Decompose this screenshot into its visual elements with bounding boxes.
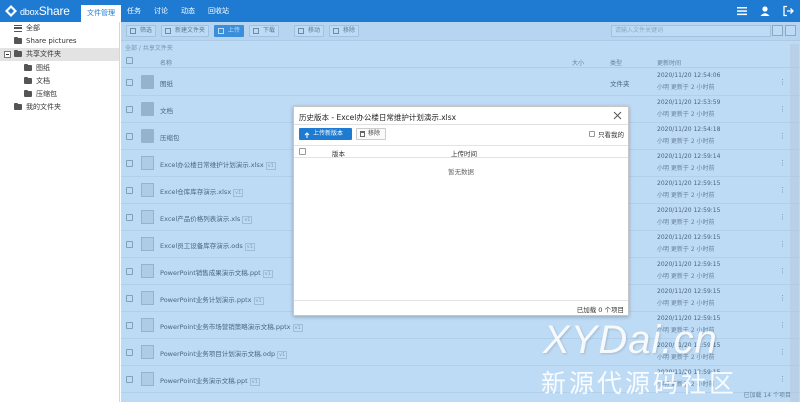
folder-icon [24, 77, 32, 84]
folder-icon [14, 103, 22, 110]
nav-tasks[interactable]: 任务 [127, 0, 141, 22]
sidebar-item-share-pictures[interactable]: Share pictures [14, 35, 77, 47]
watermark-slogan: 新源代源码社区 [541, 369, 738, 398]
dialog-table-header: 版本 上传时间 [294, 145, 628, 158]
folder-icon [14, 50, 22, 57]
dialog-select-all-checkbox[interactable] [299, 148, 306, 155]
nav-activity[interactable]: 动态 [181, 0, 195, 22]
sidebar-item-label: 图纸 [36, 64, 50, 72]
logout-icon[interactable] [782, 5, 794, 17]
tab-file-management[interactable]: 文件管理 [81, 5, 121, 22]
nav-discussion[interactable]: 讨论 [154, 0, 168, 22]
version-history-dialog: 历史版本 - Excel办公楼日常维护计划演示.xlsx 上传新版本 移除 只看… [293, 106, 629, 316]
scrollbar[interactable] [790, 44, 799, 402]
only-mine-checkbox[interactable] [589, 131, 595, 137]
sidebar-item-label: 全部 [26, 24, 40, 32]
logo-text: dbox [20, 7, 39, 17]
dialog-remove-label: 移除 [368, 130, 381, 137]
sidebar-item-my-folder[interactable]: 我的文件夹 [14, 101, 61, 113]
sidebar: 全部 Share pictures 共享文件夹 图纸 文档 压缩包 我的文件夹 [0, 22, 120, 402]
list-icon [14, 24, 22, 32]
sidebar-item-label: Share pictures [26, 37, 77, 45]
folder-icon [24, 90, 32, 97]
sidebar-item-label: 共享文件夹 [26, 50, 61, 58]
dialog-remove-button[interactable]: 移除 [356, 128, 386, 140]
sidebar-item-label: 压缩包 [36, 90, 57, 98]
dialog-footer: 已加载 0 个项目 [294, 300, 628, 315]
user-icon[interactable] [759, 5, 771, 17]
logo-suffix: Share [38, 4, 70, 18]
empty-state: 暂无数据 [448, 168, 474, 176]
header-version[interactable]: 版本 [332, 148, 345, 158]
collapse-icon[interactable] [4, 50, 11, 58]
logo-icon [5, 5, 17, 17]
trash-icon [360, 131, 365, 137]
only-mine-toggle[interactable]: 只看我的 [589, 129, 624, 139]
folder-icon [24, 64, 32, 71]
sidebar-item-documents[interactable]: 文档 [24, 75, 50, 87]
watermark-domain: XYDai.cn [543, 318, 718, 362]
sidebar-item-label: 我的文件夹 [26, 103, 61, 111]
sidebar-item-drawings[interactable]: 图纸 [24, 62, 50, 74]
sidebar-item-label: 文档 [36, 77, 50, 85]
upload-new-version-label: 上传新版本 [313, 130, 344, 137]
dialog-title: 历史版本 - Excel办公楼日常维护计划演示.xlsx [299, 113, 457, 122]
nav-recycle-bin[interactable]: 回收站 [208, 0, 229, 22]
sidebar-item-all[interactable]: 全部 [14, 22, 40, 34]
top-bar: dboxShare 文件管理 任务 讨论 动态 回收站 [0, 0, 800, 22]
app-logo[interactable]: dboxShare [4, 3, 70, 19]
header-upload-time[interactable]: 上传时间 [451, 148, 477, 158]
menu-icon[interactable] [736, 5, 748, 17]
folder-icon [14, 37, 22, 44]
top-icons [725, 5, 794, 17]
upload-icon [304, 131, 310, 138]
sidebar-item-archives[interactable]: 压缩包 [24, 88, 57, 100]
dialog-divider [294, 124, 628, 125]
sidebar-item-shared-folder[interactable]: 共享文件夹 [4, 48, 61, 60]
top-nav: 任务 讨论 动态 回收站 [127, 0, 242, 22]
close-icon[interactable] [613, 111, 622, 120]
dialog-footer-count: 已加载 0 个项目 [576, 306, 624, 314]
only-mine-label: 只看我的 [598, 131, 624, 139]
upload-new-version-button[interactable]: 上传新版本 [299, 128, 352, 140]
